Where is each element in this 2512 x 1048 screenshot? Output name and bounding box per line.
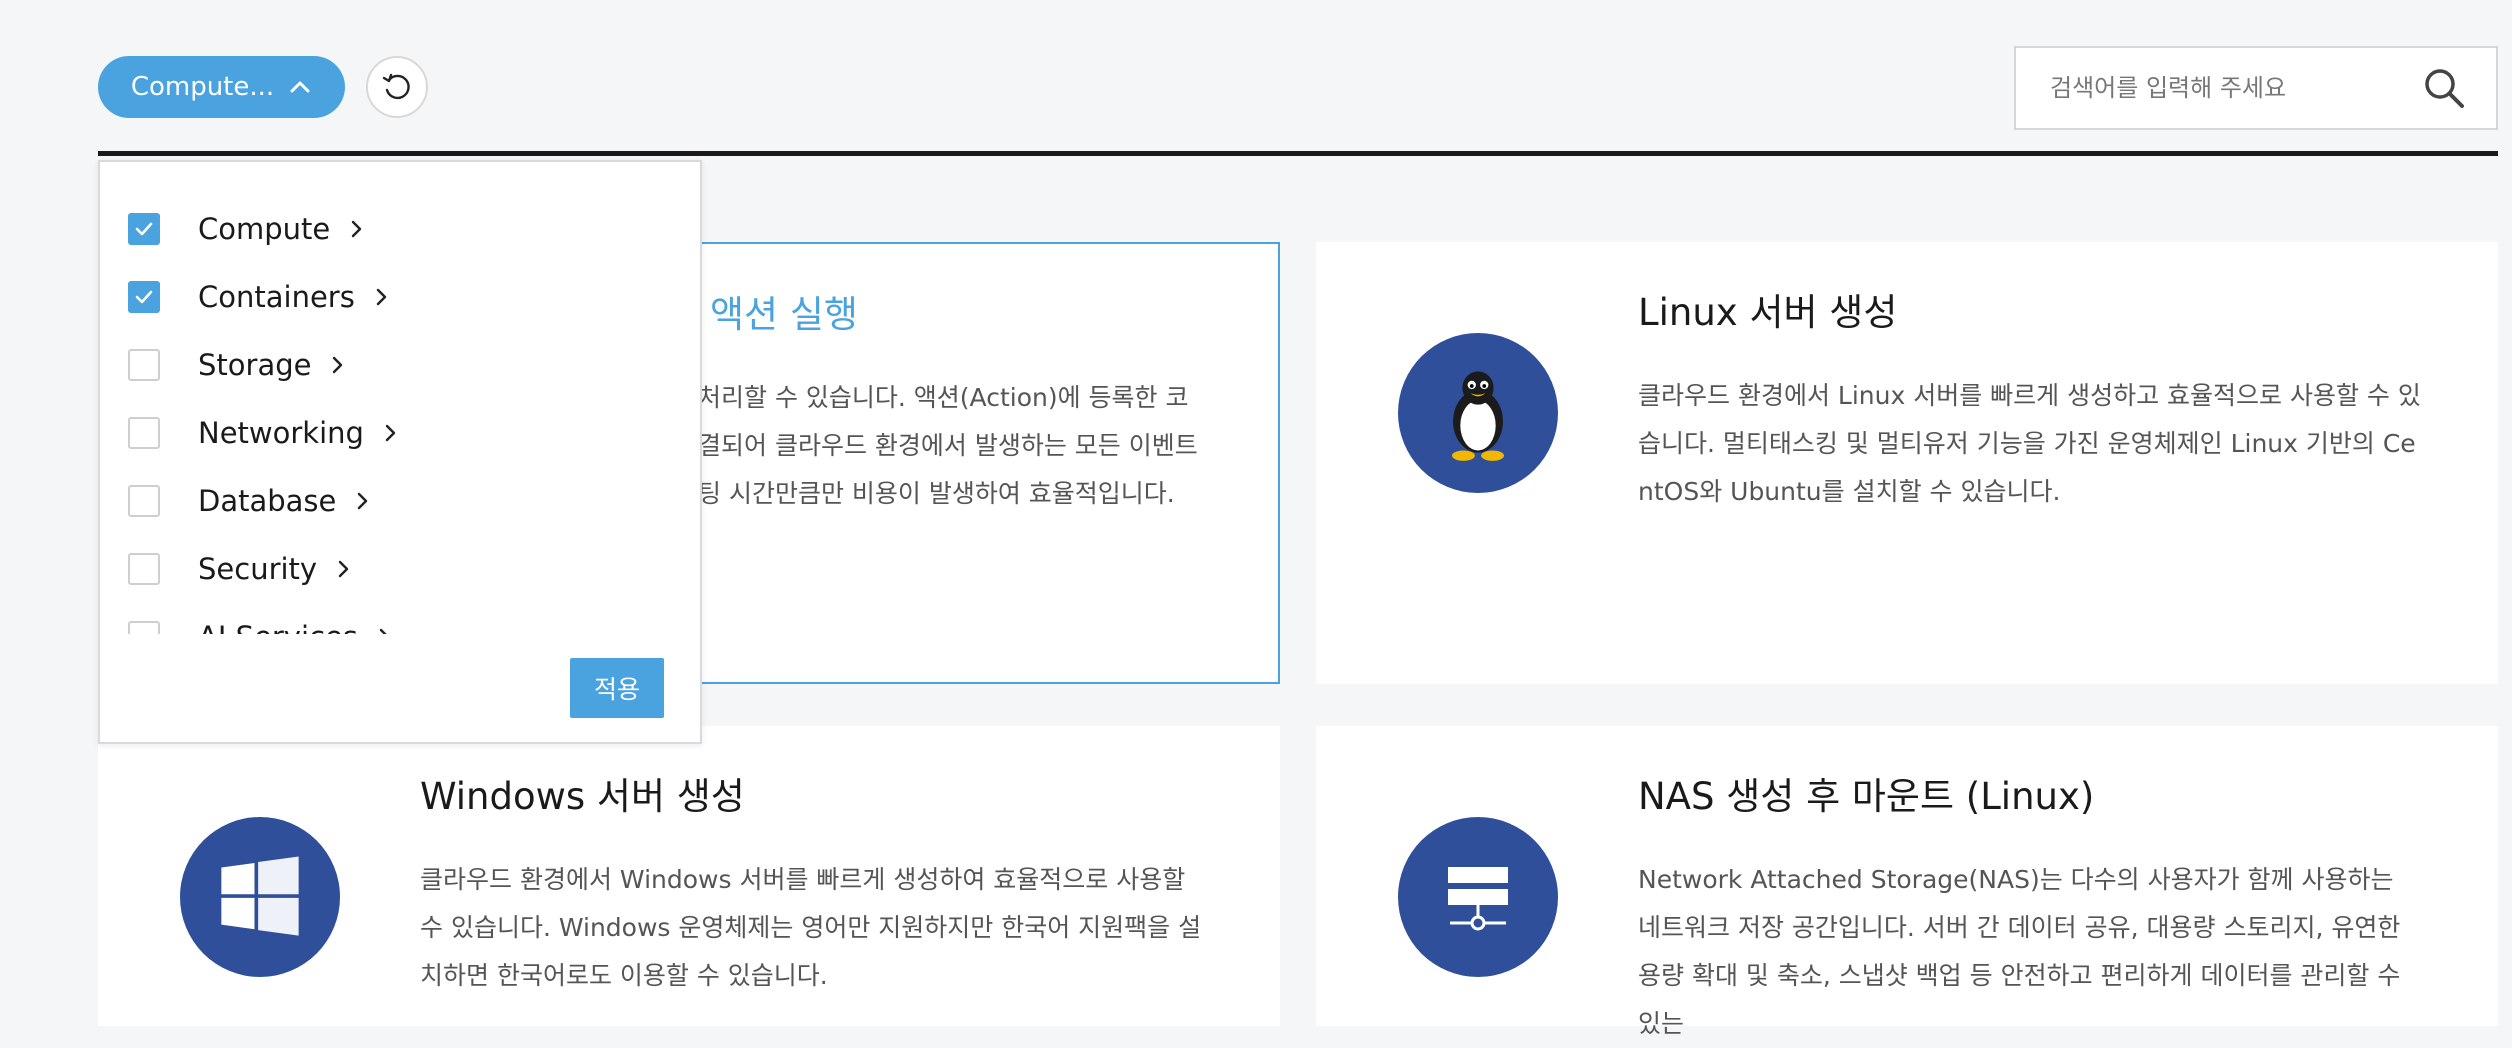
category-item-ai-services[interactable]: AI Services bbox=[128, 612, 394, 634]
search-box bbox=[2014, 46, 2498, 130]
search-icon[interactable] bbox=[2420, 64, 2468, 112]
card-description: Network Attached Storage(NAS)는 다수의 사용자가 … bbox=[1638, 865, 2401, 1038]
card-description: 처리할 수 있습니다. 액션(Action)에 등록한 코 결되어 클라우드 환… bbox=[698, 383, 1198, 508]
chevron-right-icon bbox=[358, 492, 368, 510]
chevron-right-icon bbox=[385, 424, 396, 442]
category-item-database[interactable]: Database bbox=[128, 476, 372, 526]
windows-logo-icon bbox=[180, 817, 340, 977]
linux-penguin-icon bbox=[1398, 333, 1558, 493]
category-label: Networking bbox=[198, 416, 364, 450]
checkbox-unchecked[interactable] bbox=[128, 485, 160, 517]
chevron-right-icon bbox=[352, 220, 362, 238]
checkbox-unchecked[interactable] bbox=[128, 417, 160, 449]
checkbox-checked[interactable] bbox=[128, 281, 160, 313]
category-item-storage[interactable]: Storage bbox=[128, 340, 347, 390]
card-description: 클라우드 환경에서 Linux 서버를 빠르게 생성하고 효율적으로 사용할 수… bbox=[1638, 381, 2421, 506]
category-label: Compute bbox=[198, 212, 331, 246]
card-title: Windows 서버 생성 bbox=[420, 775, 745, 818]
category-list[interactable]: Compute Containers Storage Networking Da… bbox=[100, 162, 700, 634]
check-icon bbox=[135, 290, 153, 304]
checkbox-checked[interactable] bbox=[128, 213, 160, 245]
checkbox-unchecked[interactable] bbox=[128, 349, 160, 381]
apply-button[interactable]: 적용 bbox=[570, 658, 664, 718]
chevron-right-icon bbox=[338, 560, 349, 578]
category-item-networking[interactable]: Networking bbox=[128, 408, 400, 458]
search-input[interactable] bbox=[2016, 47, 2420, 129]
service-card[interactable]: Windows 서버 생성 클라우드 환경에서 Windows 서버를 빠르게 … bbox=[98, 726, 1280, 1026]
card-description: 클라우드 환경에서 Windows 서버를 빠르게 생성하여 효율적으로 사용할… bbox=[420, 865, 1202, 990]
service-card[interactable]: Linux 서버 생성 클라우드 환경에서 Linux 서버를 빠르게 생성하고… bbox=[1316, 242, 2498, 684]
checkbox-unchecked[interactable] bbox=[128, 553, 160, 585]
refresh-icon bbox=[382, 73, 410, 100]
checkbox-unchecked[interactable] bbox=[128, 621, 160, 634]
category-item-containers[interactable]: Containers bbox=[128, 272, 391, 322]
category-label: Security bbox=[198, 552, 318, 586]
category-item-compute[interactable]: Compute bbox=[128, 204, 366, 254]
category-label: AI Services bbox=[198, 620, 358, 634]
category-filter-label: Compute... bbox=[130, 72, 275, 102]
service-card[interactable]: NAS 생성 후 마운트 (Linux) Network Attached St… bbox=[1316, 726, 2498, 1038]
header-divider bbox=[98, 151, 2498, 156]
category-label: Containers bbox=[198, 280, 355, 314]
card-title: 액션 실행 bbox=[710, 293, 858, 336]
card-title: NAS 생성 후 마운트 (Linux) bbox=[1638, 775, 2095, 818]
chevron-right-icon bbox=[379, 628, 387, 634]
category-filter-button[interactable]: Compute... bbox=[98, 56, 345, 118]
chevron-up-icon bbox=[290, 81, 310, 93]
chevron-right-icon bbox=[333, 356, 343, 374]
check-icon bbox=[135, 222, 153, 236]
category-item-security[interactable]: Security bbox=[128, 544, 353, 594]
reset-button[interactable] bbox=[366, 56, 428, 118]
category-dropdown: Compute Containers Storage Networking Da… bbox=[98, 160, 702, 744]
nas-storage-icon bbox=[1398, 817, 1558, 977]
category-label: Database bbox=[198, 484, 337, 518]
category-label: Storage bbox=[198, 348, 312, 382]
card-title: Linux 서버 생성 bbox=[1638, 291, 1898, 334]
chevron-right-icon bbox=[376, 288, 387, 306]
